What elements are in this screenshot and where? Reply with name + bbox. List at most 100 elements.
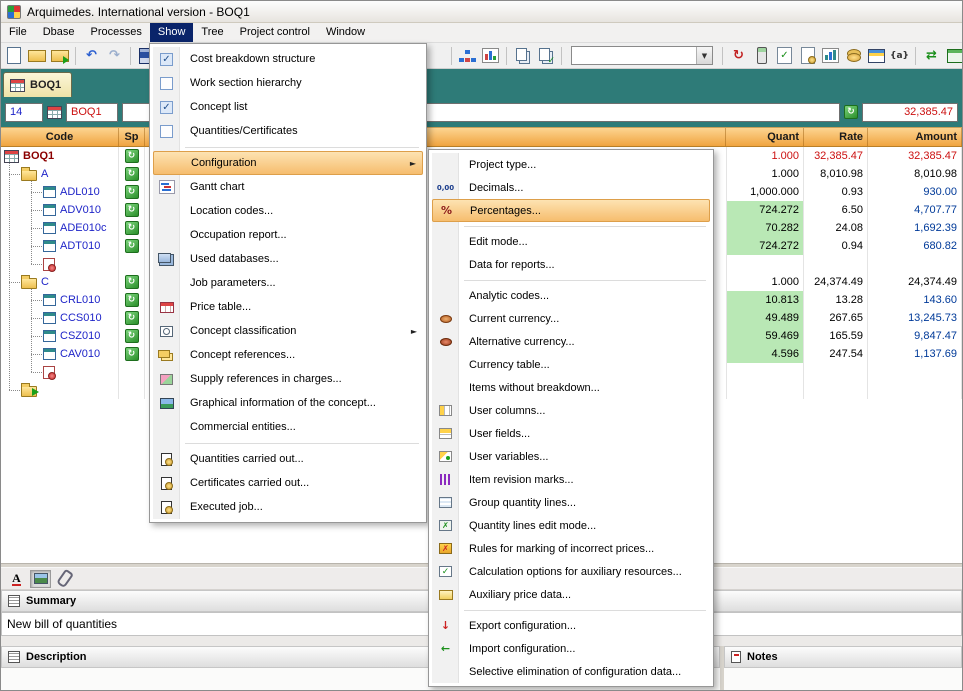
concept-status-icon[interactable]	[124, 167, 139, 181]
show-menu-item-supply-references-in-charges[interactable]: Supply references in charges...	[153, 367, 423, 391]
config-menu-item-decimals[interactable]: Decimals...	[432, 176, 710, 199]
work-section-hierarchy-checkbox[interactable]	[160, 76, 173, 90]
cell-quant[interactable]: 724.272	[726, 201, 804, 219]
concept-filter-combo[interactable]	[571, 46, 713, 65]
verify-document-icon[interactable]	[774, 45, 795, 66]
open-file-icon[interactable]	[26, 45, 47, 66]
config-menu-item-alternative-currency[interactable]: Alternative currency...	[432, 330, 710, 353]
duplicate-icon[interactable]	[535, 45, 556, 66]
cell-quant[interactable]: 70.282	[726, 219, 804, 237]
paperclip-icon[interactable]	[54, 570, 75, 588]
show-menu-item-work-section-hierarchy[interactable]: Work section hierarchy	[153, 71, 423, 95]
cell-rate[interactable]: 32,385.47	[804, 147, 868, 165]
concept-status-icon[interactable]	[124, 329, 139, 343]
config-menu-item-current-currency[interactable]: Current currency...	[432, 307, 710, 330]
config-menu-item-import-configuration[interactable]: Import configuration...	[432, 637, 710, 660]
config-menu-item-percentages[interactable]: Percentages...	[432, 199, 710, 222]
config-menu-item-auxiliary-price-data[interactable]: Auxiliary price data...	[432, 583, 710, 606]
cell-amount[interactable]: 143.60	[868, 291, 962, 309]
show-menu-item-location-codes[interactable]: Location codes...	[153, 199, 423, 223]
redo-icon[interactable]	[104, 45, 125, 66]
cell-quant[interactable]: 59.469	[726, 327, 804, 345]
cost-breakdown-structure-checkbox[interactable]	[160, 52, 173, 66]
cell-amount[interactable]: 680.82	[868, 237, 962, 255]
config-menu-item-item-revision-marks[interactable]: Item revision marks...	[432, 468, 710, 491]
cell-rate[interactable]: 165.59	[804, 327, 868, 345]
show-menu-item-concept-references[interactable]: Concept references...	[153, 343, 423, 367]
tree-scheme-icon[interactable]	[457, 45, 478, 66]
config-menu-item-calculation-options-for-auxiliary-resources[interactable]: Calculation options for auxiliary resour…	[432, 560, 710, 583]
show-menu-item-job-parameters[interactable]: Job parameters...	[153, 271, 423, 295]
certificate-icon[interactable]	[797, 45, 818, 66]
cell-amount[interactable]	[868, 363, 962, 381]
tab-boq1[interactable]: BOQ1	[3, 72, 73, 97]
concept-status-icon[interactable]	[124, 293, 139, 307]
config-menu-item-selective-elimination-of-configuration-data[interactable]: Selective elimination of configuration d…	[432, 660, 710, 683]
show-menu-item-configuration[interactable]: Configuration	[153, 151, 423, 175]
cell-quant[interactable]	[726, 255, 804, 273]
show-menu-item-cost-breakdown-structure[interactable]: Cost breakdown structure	[153, 47, 423, 71]
cell-quant[interactable]: 4.596	[726, 345, 804, 363]
show-menu-item-quantities-certificates[interactable]: Quantities/Certificates	[153, 119, 423, 143]
column-header-quant[interactable]: Quant	[726, 128, 804, 146]
level-field[interactable]: 14	[5, 102, 43, 122]
update-prices-icon[interactable]	[728, 45, 749, 66]
config-menu-item-export-configuration[interactable]: Export configuration...	[432, 614, 710, 637]
menubar-item-dbase[interactable]: Dbase	[35, 23, 83, 42]
show-menu-item-concept-list[interactable]: Concept list	[153, 95, 423, 119]
quantities-certificates-checkbox[interactable]	[160, 124, 173, 138]
concept-status-icon[interactable]	[124, 311, 139, 325]
cell-quant[interactable]: 1.000	[726, 273, 804, 291]
show-menu-item-concept-classification[interactable]: Concept classification	[153, 319, 423, 343]
cell-amount[interactable]: 13,245.73	[868, 309, 962, 327]
cell-amount[interactable]: 1,137.69	[868, 345, 962, 363]
config-menu-item-items-without-breakdown[interactable]: Items without breakdown...	[432, 376, 710, 399]
show-menu-item-quantities-carried-out[interactable]: Quantities carried out...	[153, 447, 423, 471]
cell-rate[interactable]	[804, 363, 868, 381]
concept-status-icon[interactable]	[124, 347, 139, 361]
config-menu-item-currency-table[interactable]: Currency table...	[432, 353, 710, 376]
copy-icon[interactable]	[512, 45, 533, 66]
database-tab[interactable]: BOQ1	[66, 102, 118, 122]
cell-rate[interactable]: 0.93	[804, 183, 868, 201]
price-table-icon[interactable]	[866, 45, 887, 66]
config-menu-item-project-type[interactable]: Project type...	[432, 153, 710, 176]
statistics-icon[interactable]	[820, 45, 841, 66]
cell-amount[interactable]: 1,692.39	[868, 219, 962, 237]
cell-quant[interactable]: 10.813	[726, 291, 804, 309]
config-menu-item-rules-for-marking-of-incorrect-prices[interactable]: Rules for marking of incorrect prices...	[432, 537, 710, 560]
config-menu-item-analytic-codes[interactable]: Analytic codes...	[432, 284, 710, 307]
cell-quant[interactable]: 49.489	[726, 309, 804, 327]
show-menu-item-gantt-chart[interactable]: Gantt chart	[153, 175, 423, 199]
column-header-amount[interactable]: Amount	[868, 128, 962, 146]
total-status-icon[interactable]	[844, 105, 858, 119]
text-format-icon[interactable]	[6, 570, 27, 588]
cell-amount[interactable]: 32,385.47	[868, 147, 962, 165]
cell-rate[interactable]: 0.94	[804, 237, 868, 255]
cell-rate[interactable]: 6.50	[804, 201, 868, 219]
menubar-item-project-control[interactable]: Project control	[232, 23, 318, 42]
menubar-item-window[interactable]: Window	[318, 23, 373, 42]
cell-rate[interactable]: 24,374.49	[804, 273, 868, 291]
cell-amount[interactable]: 8,010.98	[868, 165, 962, 183]
cell-amount[interactable]: 4,707.77	[868, 201, 962, 219]
show-menu-item-executed-job[interactable]: Executed job...	[153, 495, 423, 519]
notes-content[interactable]	[724, 668, 962, 690]
cell-rate[interactable]: 24.08	[804, 219, 868, 237]
undo-icon[interactable]	[81, 45, 102, 66]
config-menu-item-quantity-lines-edit-mode[interactable]: Quantity lines edit mode...	[432, 514, 710, 537]
cell-quant[interactable]	[726, 381, 804, 399]
cell-quant[interactable]: 1,000.000	[726, 183, 804, 201]
cell-amount[interactable]: 9,847.47	[868, 327, 962, 345]
cell-rate[interactable]	[804, 381, 868, 399]
open-database-icon[interactable]	[49, 45, 70, 66]
column-header-sp[interactable]: Sp	[119, 128, 145, 146]
show-menu-item-certificates-carried-out[interactable]: Certificates carried out...	[153, 471, 423, 495]
cell-rate[interactable]: 267.65	[804, 309, 868, 327]
concept-status-icon[interactable]	[124, 203, 139, 217]
column-header-rate[interactable]: Rate	[804, 128, 868, 146]
database-grid-icon[interactable]	[47, 105, 62, 119]
config-menu-item-user-variables[interactable]: User variables...	[432, 445, 710, 468]
cell-amount[interactable]: 930.00	[868, 183, 962, 201]
show-menu-item-price-table[interactable]: Price table...	[153, 295, 423, 319]
